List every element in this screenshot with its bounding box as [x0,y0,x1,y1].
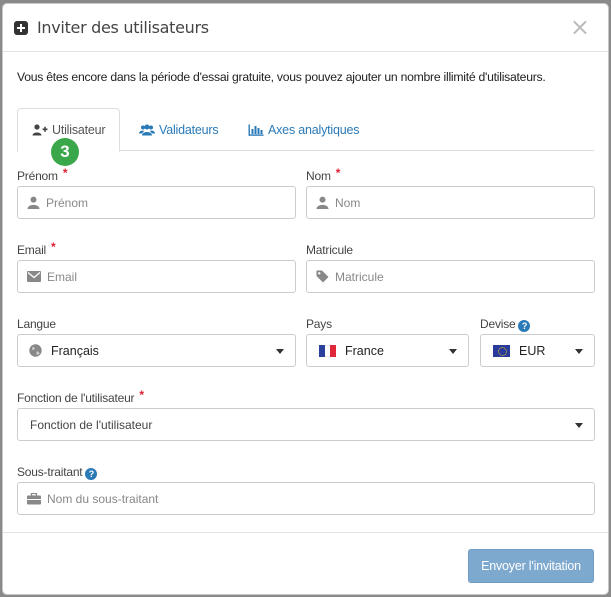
langue-value: Français [51,343,99,358]
langue-label: Langue [17,317,56,331]
tab-axes-analytiques[interactable]: Axes analytiques [248,108,360,151]
matricule-field[interactable] [306,260,595,293]
bar-chart-icon [248,124,264,136]
prenom-label: Prénom * [17,166,68,183]
send-invitation-button[interactable]: Envoyer l'invitation [468,549,594,583]
globe-icon [29,344,42,357]
sous-traitant-label-text: Sous-traitant [17,465,83,479]
plus-square-icon [14,20,28,35]
prenom-input[interactable] [40,195,295,210]
briefcase-icon [27,492,41,505]
help-icon[interactable]: ? [518,320,531,332]
tag-icon [316,270,329,283]
modal-header: Inviter des utilisateurs × [3,4,608,52]
pays-select[interactable]: France [306,334,469,367]
nom-label-text: Nom [306,169,331,183]
email-input[interactable] [41,269,295,284]
email-field[interactable] [17,260,296,293]
invite-users-modal: Inviter des utilisateurs × Vous êtes enc… [2,3,609,595]
tab-label: Axes analytiques [268,122,360,137]
fonction-value: Fonction de l'utilisateur [30,417,153,432]
pays-label: Pays [306,317,332,331]
devise-value: EUR [519,343,546,358]
pays-value: France [345,343,384,358]
user-plus-icon [32,124,48,136]
devise-select[interactable]: EUR [480,334,595,367]
tabs-bar: Utilisateur Validateurs Axes analytiques [17,108,594,152]
chevron-down-icon [276,349,284,354]
trial-notice: Vous êtes encore dans la période d'essai… [17,70,546,84]
nom-label: Nom * [306,166,341,183]
flag-fr-icon [319,344,337,357]
sous-traitant-field[interactable] [17,482,595,515]
email-label: Email * [17,240,56,257]
user-icon [316,196,329,209]
required-marker: * [51,240,56,254]
required-marker: * [62,166,68,180]
tab-label: Validateurs [159,122,219,137]
modal-footer: Envoyer l'invitation [3,532,608,594]
fonction-label-text: Fonction de l'utilisateur [17,391,135,405]
users-icon [139,124,155,135]
email-label-text: Email [17,243,47,257]
matricule-input[interactable] [329,269,594,284]
user-icon [27,196,40,209]
fonction-label: Fonction de l'utilisateur * [17,388,144,405]
chevron-down-icon [449,349,457,354]
prenom-field[interactable] [17,186,296,219]
required-marker: * [335,166,341,180]
chevron-down-icon [575,349,583,354]
langue-select[interactable]: Français [17,334,296,367]
step-badge: 3 [51,138,79,166]
flag-eu-icon [493,344,510,357]
help-icon[interactable]: ? [85,468,98,480]
required-marker: * [139,388,144,402]
prenom-label-text: Prénom [17,169,58,183]
devise-label-text: Devise [480,317,516,331]
matricule-label: Matricule [306,243,353,257]
envelope-icon [27,271,41,282]
nom-input[interactable] [329,195,594,210]
devise-label: Devise? [480,317,531,332]
sous-traitant-input[interactable] [41,491,594,506]
fonction-select[interactable]: Fonction de l'utilisateur [17,408,595,441]
tab-validateurs[interactable]: Validateurs [139,108,219,151]
chevron-down-icon [575,423,583,428]
sous-traitant-label: Sous-traitant? [17,465,98,480]
nom-field[interactable] [306,186,595,219]
tab-label: Utilisateur [52,123,106,137]
close-icon[interactable]: × [570,15,590,39]
modal-title: Inviter des utilisateurs [37,18,209,37]
